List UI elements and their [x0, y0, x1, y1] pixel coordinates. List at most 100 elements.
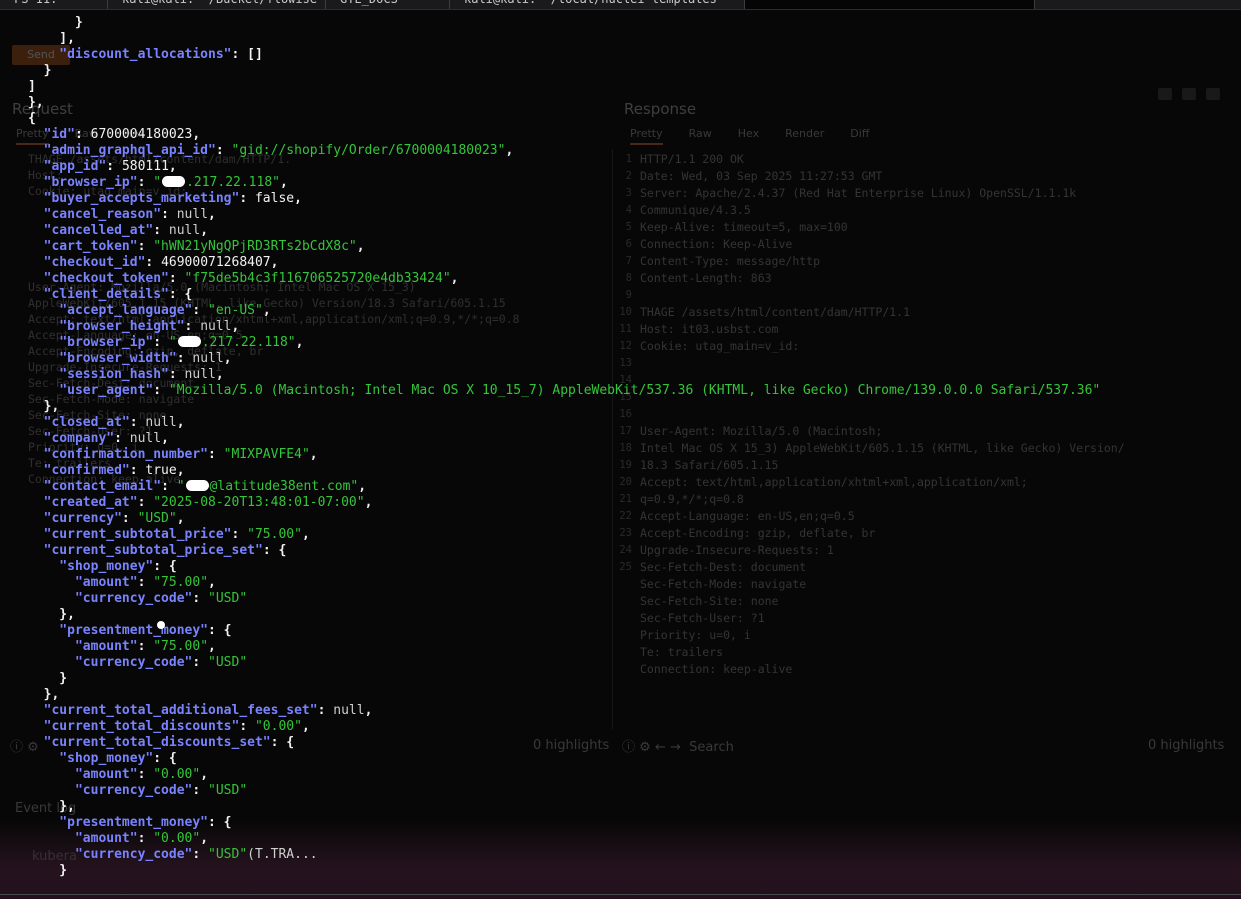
json-token: } — [28, 15, 83, 30]
json-token: "amount" — [28, 639, 138, 654]
json-token: false — [254, 191, 295, 206]
json-token: }, — [28, 799, 75, 814]
json-token: : — [153, 223, 169, 238]
json-token: , — [176, 415, 185, 430]
json-token: : { — [270, 735, 295, 750]
json-token: .217.22.118" — [201, 335, 296, 350]
json-token: : — [137, 239, 154, 254]
json-token: : — [192, 655, 209, 670]
json-token: null — [145, 415, 177, 430]
json-token: : { — [153, 751, 177, 766]
json-token: : — [106, 159, 122, 174]
terminal-tab[interactable]: GYE_DOCS — [326, 0, 450, 9]
json-token: , — [208, 207, 216, 222]
json-token: : — [192, 303, 209, 318]
json-line: } — [28, 863, 1100, 879]
json-token: : [] — [231, 47, 263, 62]
json-token: "currency" — [28, 511, 122, 526]
json-line: "checkout_token": "f75de5b4c3f1167065257… — [28, 271, 1100, 287]
json-token: , — [301, 719, 310, 734]
json-line: }, — [28, 799, 1100, 815]
json-token: ], — [28, 31, 75, 46]
json-line: "currency": "USD", — [28, 511, 1100, 527]
json-token: : { — [168, 287, 193, 302]
json-token: "0.00" — [153, 831, 201, 846]
json-token: , — [176, 463, 185, 478]
json-token: "USD" — [208, 591, 248, 606]
json-token: : — [137, 575, 154, 590]
json-token: "amount" — [28, 575, 138, 590]
terminal-tab[interactable]: kali@kali: ~/local/nuclei-templates — [450, 0, 745, 9]
json-line: ] — [28, 79, 1100, 95]
json-token: : — [231, 527, 248, 542]
json-line: "current_total_discounts_set": { — [28, 735, 1100, 751]
layout-buttons[interactable] — [1148, 85, 1220, 104]
json-token: "confirmed" — [28, 463, 130, 478]
json-line: }, — [28, 95, 1100, 111]
terminal-tab[interactable]: FS-11: — [0, 0, 108, 9]
json-token: : — [168, 367, 185, 382]
json-token: "closed_at" — [28, 415, 130, 430]
json-token: , — [262, 303, 271, 318]
json-token: " — [176, 479, 185, 494]
json-token: null — [192, 351, 224, 366]
json-token: "current_subtotal_price" — [28, 527, 232, 542]
json-token: "current_total_additional_fees_set" — [28, 703, 318, 718]
json-token: : — [192, 847, 209, 862]
json-token: "shop_money" — [28, 559, 154, 574]
json-token: "company" — [28, 431, 115, 446]
json-token: : — [192, 591, 209, 606]
redaction-mark — [185, 480, 209, 491]
json-token: "browser_ip" — [28, 335, 154, 350]
json-token: , — [223, 351, 232, 366]
json-token: : — [317, 703, 334, 718]
json-token: null — [333, 703, 365, 718]
json-line: } — [28, 15, 1100, 31]
json-token: : — [121, 511, 138, 526]
json-line: "company": null, — [28, 431, 1100, 447]
json-line: "current_subtotal_price_set": { — [28, 543, 1100, 559]
json-line: "buyer_accepts_marketing": false, — [28, 191, 1100, 207]
json-line: "shop_money": { — [28, 751, 1100, 767]
json-token: : — [74, 127, 91, 142]
mouse-cursor — [157, 621, 165, 629]
json-token: , — [301, 527, 310, 542]
json-line: } — [28, 63, 1100, 79]
json-line: "cancelled_at": null, — [28, 223, 1100, 239]
json-token: , — [208, 575, 216, 590]
response-highlights-count: 0 highlights — [1148, 738, 1225, 753]
json-token: : { — [208, 623, 232, 638]
json-token: 46900071268407 — [161, 255, 271, 270]
json-token: "cart_token" — [28, 239, 138, 254]
json-token: : — [137, 495, 154, 510]
json-token: : — [208, 447, 224, 462]
json-line: "cancel_reason": null, — [28, 207, 1100, 223]
json-token: "confirmation_number" — [28, 447, 209, 462]
json-line: "contact_email": " @latitude38ent.com", — [28, 479, 1100, 495]
json-token: : — [137, 831, 154, 846]
json-line: "presentment_money": { — [28, 815, 1100, 831]
json-line: "currency_code": "USD" — [28, 783, 1100, 799]
json-token: "client_details" — [28, 287, 169, 302]
json-token: "checkout_token" — [28, 271, 169, 286]
json-token: : { — [208, 815, 232, 830]
json-line: "current_subtotal_price": "75.00", — [28, 527, 1100, 543]
json-token: "current_total_discounts_set" — [28, 735, 271, 750]
json-line: { — [28, 111, 1100, 127]
json-token: : — [137, 639, 154, 654]
json-token: "USD" — [208, 655, 248, 670]
json-token: " — [153, 175, 162, 190]
json-token: : — [192, 783, 209, 798]
json-token: "admin_graphql_api_id" — [28, 143, 216, 158]
json-token: : { — [262, 543, 287, 558]
terminal-tab[interactable]: kali@kali: ~/Bucket/flowise — [108, 0, 326, 9]
json-line: "browser_height": null, — [28, 319, 1100, 335]
help-icon[interactable]: ⓘ — [10, 740, 23, 755]
json-line: "shop_money": { — [28, 559, 1100, 575]
json-line: "checkout_id": 46900071268407, — [28, 255, 1100, 271]
json-token: "75.00" — [247, 527, 302, 542]
json-token: , — [505, 143, 514, 158]
terminal-tab-active[interactable] — [745, 0, 1035, 9]
json-token: "contact_email" — [28, 479, 162, 494]
json-line: "confirmation_number": "MIXPAVFE4", — [28, 447, 1100, 463]
